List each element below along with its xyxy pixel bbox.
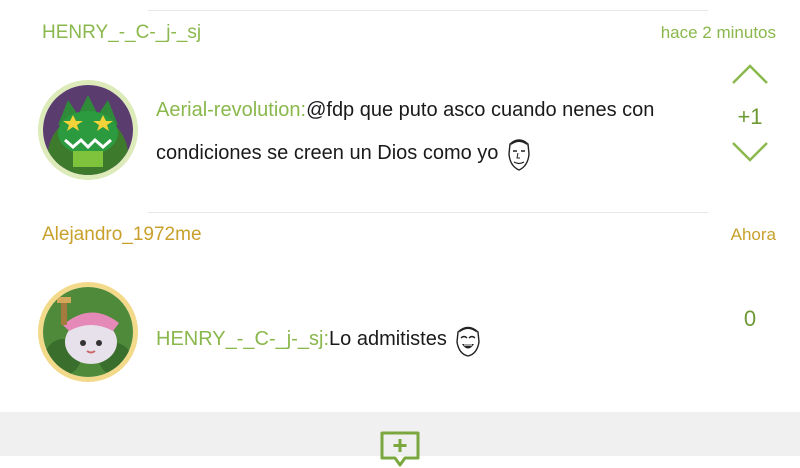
comment-timestamp: hace 2 minutos	[660, 23, 776, 42]
avatar[interactable]	[38, 80, 138, 180]
green-monster-avatar	[43, 85, 133, 175]
yao-ming-meme-icon	[504, 136, 534, 172]
yao-ming-laugh-meme-icon	[453, 322, 483, 358]
downvote-icon[interactable]	[730, 140, 770, 164]
avatar[interactable]	[38, 282, 138, 382]
reply-mention[interactable]: Aerial-revolution:	[156, 99, 306, 121]
comment-text: HENRY_-_C-_j-_sj:Lo admitistes	[156, 318, 696, 361]
upvote-icon[interactable]	[730, 62, 770, 86]
comment-item: Alejandro_1972me Ahora HENRY_-_C-_j-_sj:…	[0, 212, 800, 412]
comment-timestamp: Ahora	[730, 225, 776, 244]
comment-body: Lo admitistes	[329, 328, 447, 350]
add-comment-icon[interactable]	[379, 430, 421, 468]
reply-mention[interactable]: HENRY_-_C-_j-_sj:	[156, 328, 329, 350]
comment-author[interactable]: Alejandro_1972me	[42, 224, 202, 246]
pink-hat-cat-avatar	[43, 287, 133, 377]
comment-item: HENRY_-_C-_j-_sj hace 2 minutos Aerial-r…	[0, 0, 800, 212]
vote-score: +1	[737, 104, 763, 129]
comment-text: Aerial-revolution:@fdp que puto asco cua…	[156, 89, 696, 175]
vote-score: 0	[743, 306, 757, 331]
bottom-action-bar	[0, 412, 800, 467]
comment-author[interactable]: HENRY_-_C-_j-_sj	[42, 22, 201, 44]
vote-widget: 0	[720, 306, 780, 332]
vote-widget: +1	[720, 62, 780, 164]
